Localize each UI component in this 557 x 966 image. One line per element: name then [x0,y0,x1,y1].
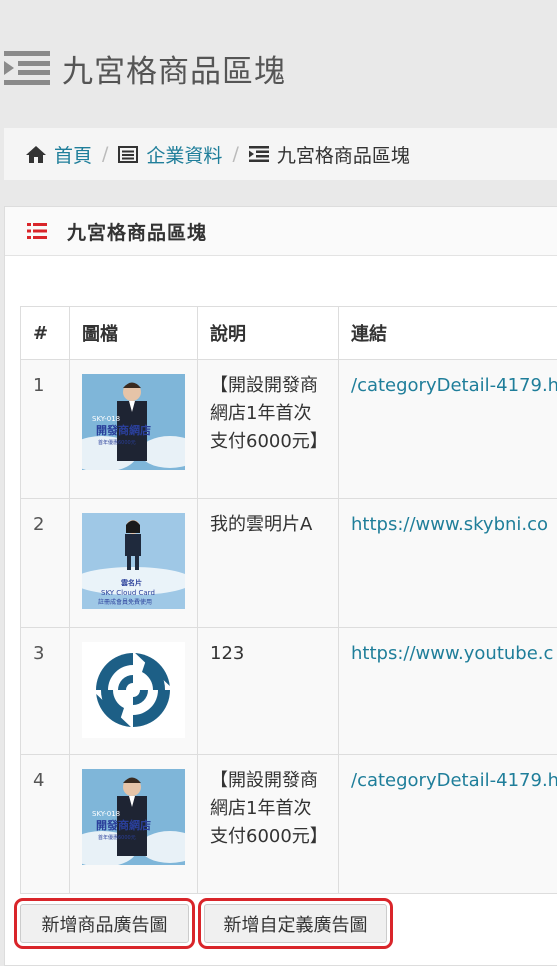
storefront-ad-image[interactable]: SKY-018 開發商網店 首年優惠6000元 [82,374,185,470]
breadcrumb-current-label: 九宮格商品區塊 [276,144,410,167]
add-custom-ad-button[interactable]: 新增自定義廣告圖 [198,898,393,949]
page-header: 九宮格商品區塊 [0,40,557,96]
row-description: 我的雲明片A [197,498,339,628]
breadcrumb-separator: / [102,143,109,165]
list-alt-icon [118,145,139,163]
row-image-cell: SKY-018 開發商網店 首年優惠6000元 [69,754,198,894]
breadcrumb-home-link[interactable]: 首頁 [54,141,92,168]
row-image-cell: 雲名片 SKY Cloud Card 註冊成會員免費使用 [69,498,198,628]
breadcrumb-separator: / [232,143,239,165]
cloud-card-ad-image[interactable]: 雲名片 SKY Cloud Card 註冊成會員免費使用 [82,513,185,609]
content-panel: 九宮格商品區塊 # 圖檔 說明 連結 1 SKY-018 開發商網店 首年優惠6… [4,206,557,966]
breadcrumb-company[interactable]: 企業資料 [118,141,222,168]
column-header: 說明 [197,306,339,360]
svg-text:首年優惠6000元: 首年優惠6000元 [98,439,136,446]
column-header: 連結 [338,306,557,360]
row-number: 2 [20,498,70,628]
row-image-cell [69,627,198,755]
home-icon [26,145,46,163]
add-product-ad-button[interactable]: 新增商品廣告圖 [14,898,195,949]
svg-text:開發商網店: 開發商網店 [96,423,151,437]
table-header-row: # 圖檔 說明 連結 [20,306,557,360]
table-row[interactable]: 2 雲名片 SKY Cloud Card 註冊成會員免費使用 我的雲明片A ht… [20,498,557,628]
svg-text:雲名片: 雲名片 [121,578,142,587]
svg-text:SKY Cloud Card: SKY Cloud Card [101,589,155,597]
table-row[interactable]: 4 SKY-018 開發商網店 首年優惠6000元 【開設開發商網店1年首次支付… [20,754,557,894]
row-link[interactable]: /categoryDetail-4179.h [338,359,557,499]
column-header: # [20,306,70,360]
svg-text:註冊成會員免費使用: 註冊成會員免費使用 [98,598,152,606]
row-image-cell: SKY-018 開發商網店 首年優惠6000元 [69,359,198,499]
row-description: 【開設開發商網店1年首次支付6000元】 [197,359,339,499]
row-link[interactable]: https://www.youtube.c [338,627,557,755]
row-description: 【開設開發商網店1年首次支付6000元】 [197,754,339,894]
column-header: 圖檔 [69,306,198,360]
indent-icon [4,51,50,85]
storefront-ad-image[interactable]: SKY-018 開發商網店 首年優惠6000元 [82,769,185,865]
row-number: 1 [20,359,70,499]
breadcrumb-home[interactable]: 首頁 [26,141,92,168]
panel-heading: 九宮格商品區塊 [5,207,557,256]
ad-table: # 圖檔 說明 連結 1 SKY-018 開發商網店 首年優惠6000元 【開設… [20,306,557,894]
breadcrumb: 首頁 / 企業資料 / 九宮格商品區塊 [4,128,557,180]
svg-text:SKY-018: SKY-018 [92,810,120,818]
row-link[interactable]: https://www.skybni.co [338,498,557,628]
row-number: 4 [20,754,70,894]
panel-title: 九宮格商品區塊 [67,221,208,244]
page-title: 九宮格商品區塊 [62,53,286,90]
indent-icon [248,146,269,162]
svg-text:首年優惠6000元: 首年優惠6000元 [98,834,136,841]
list-icon [27,223,47,239]
table-row[interactable]: 1 SKY-018 開發商網店 首年優惠6000元 【開設開發商網店1年首次支付… [20,359,557,499]
row-number: 3 [20,627,70,755]
breadcrumb-current: 九宮格商品區塊 [248,141,410,168]
table-row[interactable]: 3 123 https://www.youtube.c [20,627,557,755]
svg-text:開發商網店: 開發商網店 [96,818,151,832]
breadcrumb-company-link[interactable]: 企業資料 [146,141,222,168]
row-link[interactable]: /categoryDetail-4179.h [338,754,557,894]
row-description: 123 [197,627,339,755]
svg-text:SKY-018: SKY-018 [92,415,120,423]
spiral-logo-image[interactable] [82,642,185,738]
